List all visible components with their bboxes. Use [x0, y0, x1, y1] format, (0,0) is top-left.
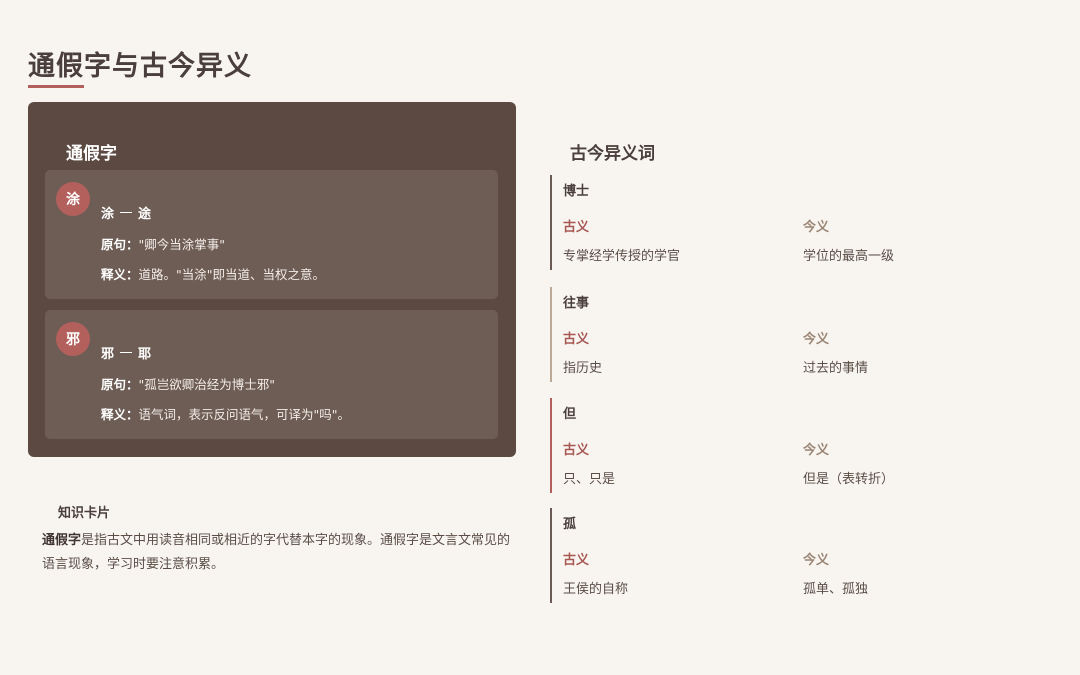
- title-underline: [28, 85, 84, 88]
- new-meaning: 过去的事情: [803, 361, 869, 376]
- original-sentence: 原句："孤岂欲卿治经为博士邪": [101, 374, 275, 393]
- standard-character: 耶: [138, 347, 152, 362]
- gujin-title: 古今异义词: [570, 144, 655, 164]
- old-meaning-label: 古义: [563, 443, 590, 458]
- meaning-text: 语气词，表示反问语气，可译为"吗"。: [138, 407, 351, 422]
- tongjia-card: 涂 涂 途 原句："卿今当涂掌事" 释义：道路。"当涂"即当道、当权之意。: [45, 170, 498, 299]
- knowledge-definition: 是指古文中用读音相同或相近的字代替本字的现象。通假字是文言文常见的语言现象，学习…: [42, 533, 511, 572]
- word-term: 但: [563, 407, 577, 422]
- original-label: 原句：: [101, 237, 139, 252]
- old-meaning: 指历史: [563, 361, 603, 376]
- word-block: 博士 古义 今义 专掌经学传授的学官 学位的最高一级: [550, 175, 1020, 270]
- meaning: 释义：语气词，表示反问语气，可译为"吗"。: [101, 404, 350, 423]
- original-text: "卿今当涂掌事": [138, 237, 226, 252]
- original-label: 原句：: [101, 377, 139, 392]
- original-text: "孤岂欲卿治经为博士邪": [138, 377, 276, 392]
- old-meaning-label: 古义: [563, 220, 590, 235]
- new-meaning-label: 今义: [803, 553, 830, 568]
- tongjia-card: 邪 邪 耶 原句："孤岂欲卿治经为博士邪" 释义：语气词，表示反问语气，可译为"…: [45, 310, 498, 439]
- accent-bar: [550, 398, 552, 493]
- word-block: 往事 古义 今义 指历史 过去的事情: [550, 287, 1020, 382]
- new-meaning-label: 今义: [803, 443, 830, 458]
- tongjia-title: 通假字: [66, 144, 117, 164]
- dash-separator: [120, 211, 133, 214]
- new-meaning: 但是（表转折）: [803, 472, 895, 487]
- accent-bar: [550, 175, 552, 270]
- character-badge: 涂: [56, 182, 90, 216]
- word-block: 孤 古义 今义 王侯的自称 孤单、孤独: [550, 508, 1020, 603]
- old-meaning-label: 古义: [563, 332, 590, 347]
- word-term: 往事: [563, 296, 590, 311]
- accent-bar: [550, 287, 552, 382]
- word-term: 孤: [563, 517, 577, 532]
- new-meaning-label: 今义: [803, 220, 830, 235]
- tongjia-panel: 通假字 涂 涂 途 原句："卿今当涂掌事" 释义：道路。"当涂"即当道、当权之意…: [28, 102, 516, 457]
- original-character: 邪: [101, 347, 115, 362]
- page-title: 通假字与古今异义: [28, 51, 252, 82]
- word-term: 博士: [563, 184, 590, 199]
- meaning: 释义：道路。"当涂"即当道、当权之意。: [101, 264, 325, 283]
- meaning-text: 道路。"当涂"即当道、当权之意。: [138, 267, 326, 282]
- knowledge-card-text: 通假字是指古文中用读音相同或相近的字代替本字的现象。通假字是文言文常见的语言现象…: [42, 529, 512, 577]
- old-meaning: 专掌经学传授的学官: [563, 249, 681, 264]
- tongjia-pair: 邪 耶: [101, 343, 151, 362]
- old-meaning: 只、只是: [563, 472, 616, 487]
- dash-separator: [120, 351, 133, 354]
- old-meaning: 王侯的自称: [563, 582, 629, 597]
- new-meaning: 孤单、孤独: [803, 582, 869, 597]
- knowledge-card-title: 知识卡片: [58, 506, 111, 521]
- tongjia-pair: 涂 途: [101, 203, 151, 222]
- accent-bar: [550, 508, 552, 603]
- meaning-label: 释义：: [101, 267, 139, 282]
- original-sentence: 原句："卿今当涂掌事": [101, 234, 225, 253]
- original-character: 涂: [101, 207, 115, 222]
- word-block: 但 古义 今义 只、只是 但是（表转折）: [550, 398, 1020, 493]
- page: 通假字与古今异义 通假字 涂 涂 途 原句："卿今当涂掌事" 释义：道路。"当涂…: [0, 0, 1080, 675]
- new-meaning: 学位的最高一级: [803, 249, 895, 264]
- character-badge: 邪: [56, 322, 90, 356]
- meaning-label: 释义：: [101, 407, 139, 422]
- new-meaning-label: 今义: [803, 332, 830, 347]
- standard-character: 途: [138, 207, 152, 222]
- old-meaning-label: 古义: [563, 553, 590, 568]
- knowledge-term: 通假字: [42, 533, 82, 548]
